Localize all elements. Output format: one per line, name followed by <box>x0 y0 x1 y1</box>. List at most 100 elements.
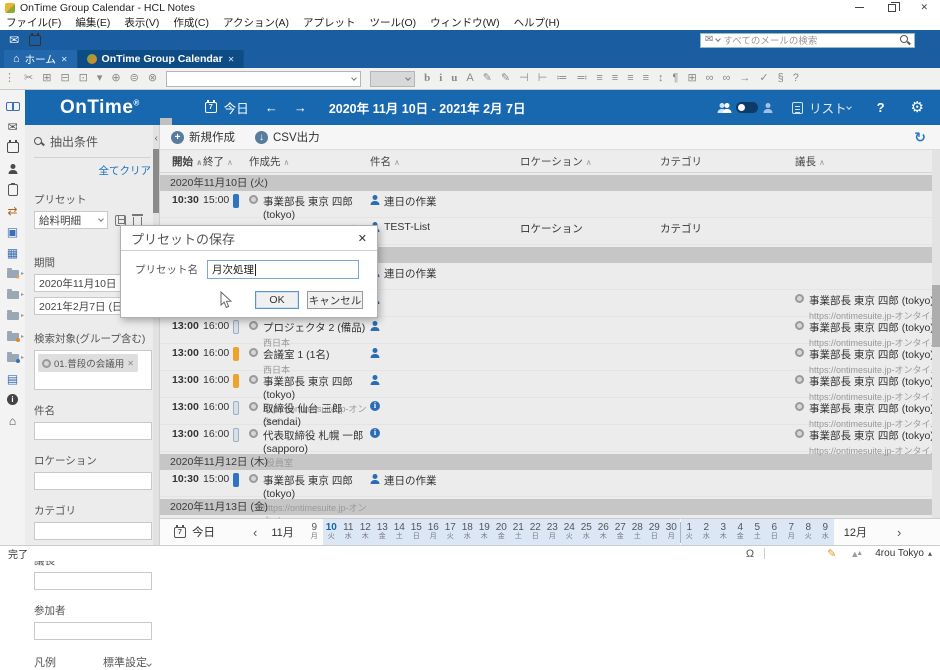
menu-item[interactable]: ファイル(F) <box>6 15 61 30</box>
link-icon[interactable]: ∞ <box>723 73 731 84</box>
database-icon[interactable]: ▣ <box>0 221 25 242</box>
day-cell[interactable]: 17火 <box>442 519 459 546</box>
toolbar-handle-icon[interactable]: ⋮ <box>4 73 15 84</box>
day-cell[interactable]: 8火 <box>800 519 817 546</box>
contacts-icon[interactable] <box>0 158 25 179</box>
column-header[interactable]: 作成先∧ <box>249 154 370 169</box>
notifications-icon[interactable]: Ω <box>746 548 754 560</box>
day-cell-today[interactable]: 10火 <box>323 519 340 546</box>
text-props-icon[interactable]: ¶ <box>673 73 679 84</box>
cancel-button[interactable]: キャンセル <box>307 291 363 309</box>
column-header[interactable]: 終了∧ <box>203 154 233 169</box>
highlight-icon[interactable]: ✎ <box>483 73 492 84</box>
info-icon[interactable]: i <box>0 389 25 410</box>
sort-asc-icon[interactable]: ∧ <box>394 158 400 167</box>
italic-icon[interactable]: i <box>439 73 442 84</box>
minimize-button[interactable] <box>855 7 864 8</box>
today-button[interactable]: 今日 <box>224 98 249 117</box>
table-row[interactable]: 10:3015:00事業部長 東京 四郎 (tokyo)https://onti… <box>160 191 940 218</box>
day-cell[interactable]: 7月 <box>783 519 800 546</box>
font-select[interactable] <box>166 71 361 87</box>
day-cell[interactable]: 5土 <box>749 519 766 546</box>
sort-asc-icon[interactable]: ∧ <box>196 158 203 167</box>
day-cell[interactable]: 27金 <box>612 519 629 546</box>
open-mail-icon[interactable]: ✉ <box>9 34 19 46</box>
menu-item[interactable]: 表示(V) <box>124 15 159 30</box>
sort-asc-icon[interactable]: ∧ <box>819 158 825 167</box>
goto-icon[interactable]: → <box>739 73 750 84</box>
ok-button[interactable]: OK <box>255 291 299 309</box>
day-cell[interactable]: 9水 <box>817 519 834 546</box>
strip-today-button[interactable]: 今日 <box>192 524 215 540</box>
home-icon[interactable]: ⌂ <box>0 410 25 431</box>
table-row[interactable]: 13:0016:00取締役 仙台 三郎 (sendai)-i事業部長 東京 四郎… <box>160 398 940 425</box>
close-button[interactable]: ✕ <box>920 2 928 13</box>
search-target-box[interactable]: 01.普段の会議用 ✕ <box>34 350 152 390</box>
remove-tag-icon[interactable]: ✕ <box>127 359 134 368</box>
align-left-icon[interactable]: ≡ <box>596 73 602 84</box>
day-cell[interactable]: 11水 <box>340 519 357 546</box>
new-button[interactable]: +新規作成 <box>171 129 235 145</box>
text-color-icon[interactable]: A <box>466 73 473 84</box>
table-row[interactable]: 13:0016:00事業部長 東京 四郎 (tokyo)https://onti… <box>160 371 940 398</box>
favorites-folder-icon[interactable]: ★▸ <box>0 263 25 284</box>
indent-icon[interactable]: ⊢ <box>538 73 548 84</box>
search-input[interactable]: すべてのメールの検索 <box>723 33 897 47</box>
collapse-sidebar-icon[interactable]: ‹ <box>155 133 158 144</box>
day-cell[interactable]: 13金 <box>374 519 391 546</box>
day-cell[interactable]: 20金 <box>493 519 510 546</box>
column-header[interactable]: 議長∧ <box>795 154 940 169</box>
preset-select[interactable]: 給料明細 <box>34 211 108 229</box>
align-center-icon[interactable]: ≡ <box>612 73 618 84</box>
edit-mode-icon[interactable]: ✎ <box>827 547 836 560</box>
menu-item[interactable]: ツール(O) <box>369 15 416 30</box>
chevron-down-icon[interactable] <box>716 36 722 42</box>
day-cell[interactable]: 23月 <box>544 519 561 546</box>
new-note-icon[interactable]: ▾ <box>97 73 103 84</box>
align-justify-icon[interactable]: ≡ <box>643 73 649 84</box>
scrollbar-thumb[interactable] <box>932 285 940 347</box>
todo-icon[interactable] <box>0 179 25 200</box>
column-header[interactable]: ロケーション∧ <box>520 154 660 169</box>
next-arrow-icon[interactable]: → <box>294 100 307 115</box>
day-cell[interactable]: 4金 <box>732 519 749 546</box>
mail-icon[interactable]: ✉ <box>0 116 25 137</box>
close-icon[interactable]: ✕ <box>228 55 235 64</box>
save-preset-icon[interactable] <box>115 215 126 226</box>
next-month-icon[interactable]: › <box>897 525 901 540</box>
day-cell[interactable]: 30月 <box>663 519 680 546</box>
align-right-icon[interactable]: ≡ <box>627 73 633 84</box>
day-cell[interactable]: 15日 <box>408 519 425 546</box>
view-toggle[interactable] <box>736 102 758 113</box>
section-icon[interactable]: § <box>778 73 784 84</box>
day-cell[interactable]: 18水 <box>459 519 476 546</box>
day-cell[interactable]: 21土 <box>510 519 527 546</box>
chevron-down-icon[interactable] <box>846 104 852 110</box>
participants-input[interactable] <box>34 622 152 640</box>
day-cell[interactable]: 22日 <box>527 519 544 546</box>
numbered-list-icon[interactable]: ≕ <box>576 73 587 84</box>
menu-item[interactable]: アクション(A) <box>223 15 289 30</box>
splitter-handle[interactable] <box>160 118 172 125</box>
cut-icon[interactable]: ✂ <box>24 73 33 84</box>
chevron-up-icon[interactable]: ▴ <box>928 549 932 558</box>
sort-asc-icon[interactable]: ∧ <box>284 158 290 167</box>
folder-icon[interactable]: ▸ <box>0 305 25 326</box>
day-cell[interactable]: 28土 <box>629 519 646 546</box>
preset-name-input[interactable]: 月次処理 <box>207 260 359 279</box>
pen-icon[interactable]: ✎ <box>501 73 510 84</box>
view-selector[interactable]: リスト <box>809 98 847 117</box>
table-row[interactable]: 13:0016:00代表取締役 札幌 一郎 (sapporo)-役員室i事業部長… <box>160 425 940 452</box>
column-header[interactable]: 開始∧ <box>172 154 203 169</box>
settings-icon[interactable]: ⚙ <box>911 100 924 115</box>
stop-icon[interactable]: ⊗ <box>148 73 157 84</box>
csv-export-button[interactable]: ↓CSV出力 <box>255 129 320 145</box>
day-cell[interactable]: 14土 <box>391 519 408 546</box>
legend-select[interactable]: 標準設定 <box>103 654 151 670</box>
menu-item[interactable]: ウィンドウ(W) <box>430 15 499 30</box>
day-cell[interactable]: 12木 <box>357 519 374 546</box>
prev-month-icon[interactable]: ‹ <box>253 525 257 540</box>
column-header[interactable]: 件名∧ <box>370 154 520 169</box>
paste-icon[interactable]: ⊟ <box>60 73 69 84</box>
subject-input[interactable] <box>34 422 152 440</box>
